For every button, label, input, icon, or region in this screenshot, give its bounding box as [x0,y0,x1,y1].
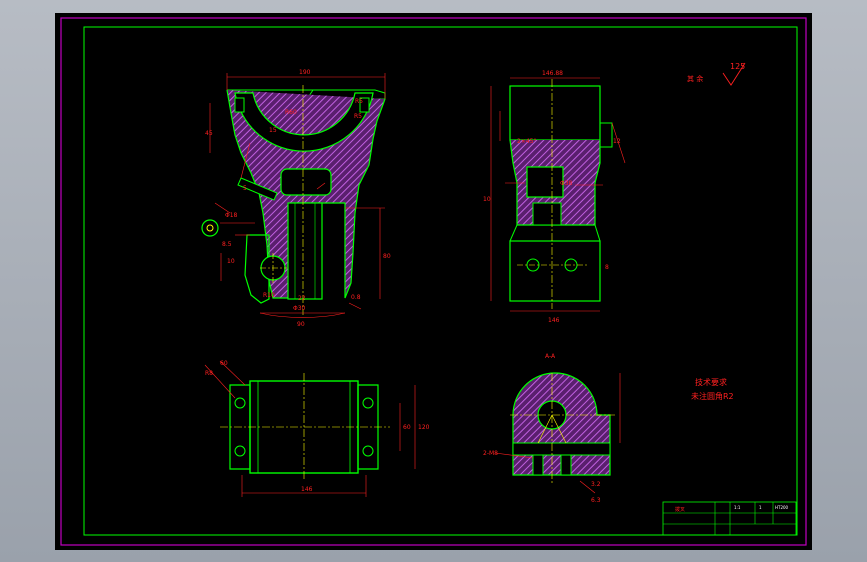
title-block: 拨叉 1:1 HT200 1 [662,501,797,536]
dim-overall-width: 190 [299,69,311,76]
section-dim-roughness-1: 3.2 [591,481,601,488]
title-material: HT200 [775,505,789,510]
inner-frame [83,26,798,536]
bottom-dim-hole-spacing: 60 [403,424,411,431]
surface-finish-value: 125 [730,62,745,71]
dim-chamfer: 0.8 [351,294,361,301]
side-lower-block [509,240,601,302]
bottom-dim-length: 146 [301,486,313,493]
bottom-dim-radius: R8 [205,370,213,377]
section-a-a: A-A 2-M8 3.2 6.3 [483,353,621,504]
tech-req-title: 技术要求 [695,377,727,387]
dim-arc-radius: R60 [285,109,297,116]
outer-frame [60,17,807,546]
title-part-name: 拨叉 [675,506,685,513]
dim-boss-width: 10 [227,258,235,265]
front-view: 190 R60 R5 80 R5 45 Φ18 8.5 Φ30 90 15 0.… [201,69,391,328]
dim-bore-height: 80 [383,253,391,260]
title-scale: 1:1 [734,505,741,510]
tech-req-line1: 未注圆角R2 [691,391,734,401]
section-label: A-A [545,353,556,360]
drawing-sheet: 其 余 125 190 R60 R5 80 R5 45 Φ18 8.5 Φ30 … [55,13,812,550]
technical-requirements: 技术要求 未注圆角R2 [691,377,734,401]
side-dim-tab: 12 [613,138,621,145]
side-dim-chamfer: 2×45° [517,138,536,145]
dim-bottom: 22 [298,295,306,302]
dim-hole-diameter: Φ18 [225,212,238,219]
dim-bore-diameter: Φ30 [293,305,306,312]
side-view: 146.88 146 2×45° 10 Φ38 12 8 [483,70,626,324]
bottom-dim-edge: 60 [220,360,228,367]
side-dim-hole: 8 [605,264,609,271]
surface-finish-note: 其 余 125 [687,62,746,86]
dim-top-radius: R5 [355,98,363,105]
cad-viewport[interactable]: 其 余 125 190 R60 R5 80 R5 45 Φ18 8.5 Φ30 … [0,0,867,562]
bottom-view: 146 60 120 R8 60 [204,360,430,497]
dim-oil-hole: 5 [243,185,247,192]
side-dim-bottom-width: 146 [548,317,560,324]
dim-angle: 90 [297,321,305,328]
side-dim-height: 10 [483,196,491,203]
dim-arm-height: 45 [205,130,213,137]
side-dim-top-width: 146.88 [542,70,563,77]
dim-boss-radius: R10 [263,292,275,299]
section-dim-roughness-2: 6.3 [591,497,601,504]
dim-offset: 8.5 [222,241,232,248]
dim-right-radius: R5 [354,113,362,120]
title-drawing-no: 1 [759,505,762,510]
drawing-canvas: 其 余 125 190 R60 R5 80 R5 45 Φ18 8.5 Φ30 … [60,17,807,546]
bottom-dim-width: 120 [418,424,430,431]
section-dim-thread: 2-M8 [483,450,498,457]
dim-slot: 15 [269,127,277,134]
shaft-bore [287,202,323,300]
side-dim-bore: Φ38 [560,180,573,187]
surface-finish-label: 其 余 [687,74,703,83]
